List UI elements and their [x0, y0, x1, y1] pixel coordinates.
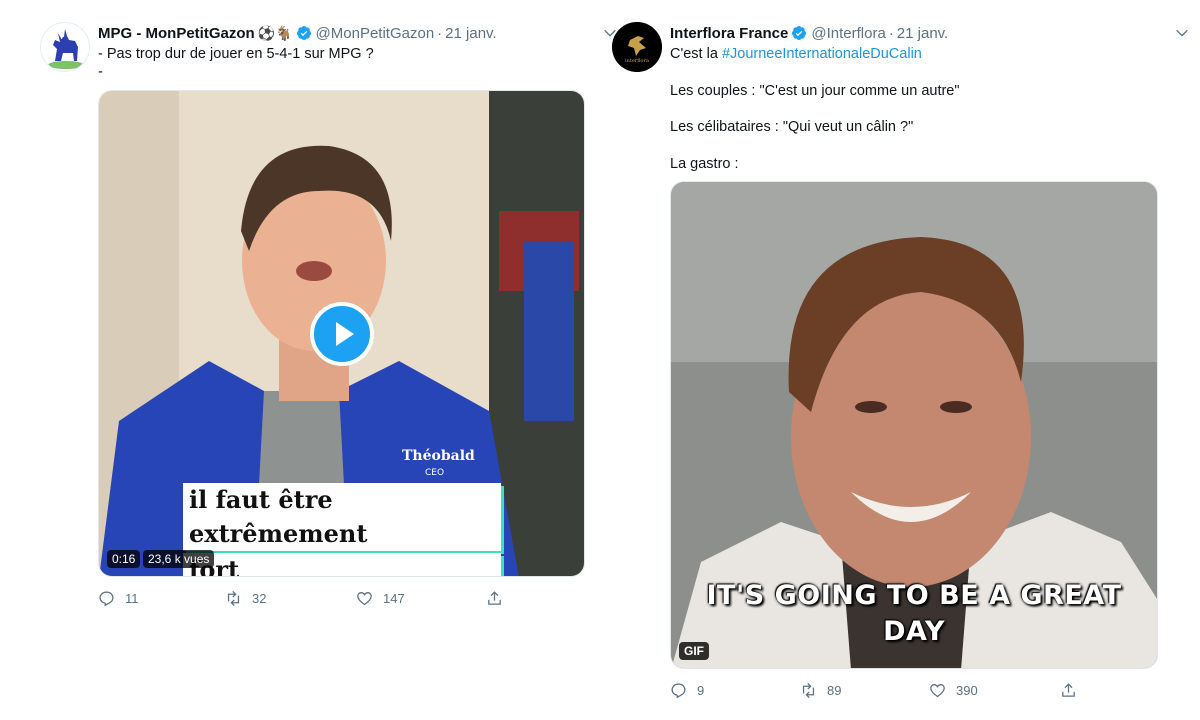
action-bar: 11 32 147 [98, 588, 518, 608]
gif-caption-line: DAY [883, 616, 945, 647]
gif-player[interactable]: IT'S GOING TO BE A GREAT DAY GIF [670, 181, 1158, 669]
verified-badge-icon [296, 26, 311, 40]
handle[interactable]: @Interflora [811, 25, 885, 42]
video-player[interactable]: Théobald CEO il faut être extrêmement fo… [98, 90, 585, 577]
gif-caption-line: IT'S GOING TO BE A GREAT [706, 580, 1122, 611]
retweet-icon [227, 590, 240, 606]
display-name[interactable]: MPG - MonPetitGazon [98, 25, 255, 42]
title-sign: CEO [425, 468, 445, 478]
avatar[interactable] [40, 22, 90, 72]
tweet-text-line: - Pas trop dur de jouer en 5-4-1 sur MPG… [98, 46, 374, 62]
action-bar: 9 89 390 [670, 680, 1090, 700]
timestamp[interactable]: 21 janv. [897, 25, 948, 42]
retweet-count: 89 [827, 682, 842, 698]
timestamp[interactable]: 21 janv. [445, 25, 496, 42]
svg-text:interflora: interflora [625, 58, 649, 64]
tweet-text-line: La gastro : [670, 156, 739, 172]
share-button[interactable] [486, 588, 503, 608]
retweet-icon [802, 682, 815, 698]
video-subtitle: il faut être extrêmement fort psychologi… [183, 483, 501, 576]
reply-button[interactable]: 11 [98, 588, 139, 608]
gif-badge: GIF [679, 642, 709, 660]
tweet-text-line: - [98, 64, 103, 80]
play-button[interactable] [310, 302, 374, 366]
play-icon [336, 322, 354, 346]
video-views: 23,6 k vues [143, 550, 215, 568]
avatar[interactable]: interflora [612, 22, 662, 72]
tweet-mpg[interactable]: MPG - MonPetitGazon ⚽🐐 @MonPetitGazon · … [38, 0, 618, 720]
reply-button[interactable]: 9 [670, 680, 704, 700]
like-button[interactable]: 147 [356, 588, 405, 608]
tweet-text-line: Les couples : "C'est un jour comme un au… [670, 83, 960, 99]
interflora-logo: interflora [612, 22, 662, 72]
retweet-button[interactable]: 89 [800, 680, 841, 700]
tweet-text-line: C'est la #JourneeInternationaleDuCalin [670, 45, 1190, 63]
share-icon [1062, 682, 1075, 697]
name-sign: Théobald [402, 448, 475, 464]
share-icon [488, 590, 501, 605]
chevron-down-icon[interactable] [1174, 25, 1190, 41]
like-button[interactable]: 390 [929, 680, 978, 700]
reply-icon [99, 590, 114, 606]
tweet-header: MPG - MonPetitGazon ⚽🐐 @MonPetitGazon · … [98, 23, 618, 43]
name-emojis: ⚽🐐 [257, 24, 293, 41]
text-prefix: C'est la [670, 46, 722, 62]
subtitle-line: fort psychologiquement [183, 553, 501, 576]
video-duration: 0:16 [107, 550, 141, 568]
reply-count: 11 [125, 590, 139, 606]
reply-icon [671, 682, 686, 698]
hashtag-link[interactable]: #JourneeInternationaleDuCalin [722, 46, 922, 62]
subtitle-line: il faut être extrêmement [183, 483, 501, 551]
share-button[interactable] [1060, 680, 1077, 700]
heart-icon [357, 591, 372, 605]
retweet-button[interactable]: 32 [225, 588, 266, 608]
heart-icon [930, 683, 945, 697]
retweet-count: 32 [252, 590, 267, 606]
separator-dot: · [437, 24, 443, 42]
verified-badge-icon [792, 26, 807, 40]
like-count: 390 [956, 682, 978, 698]
reply-count: 9 [697, 682, 705, 698]
like-count: 147 [383, 590, 405, 606]
goat-logo [48, 29, 84, 69]
separator-dot: · [888, 24, 894, 42]
tweet-text-line: Les célibataires : "Qui veut un câlin ?" [670, 119, 914, 135]
tweet-interflora[interactable]: interflora Interflora France @Interflora… [610, 0, 1190, 720]
handle[interactable]: @MonPetitGazon [316, 25, 435, 42]
tweet-header: Interflora France @Interflora · 21 janv. [670, 23, 1190, 43]
display-name[interactable]: Interflora France [670, 25, 788, 42]
